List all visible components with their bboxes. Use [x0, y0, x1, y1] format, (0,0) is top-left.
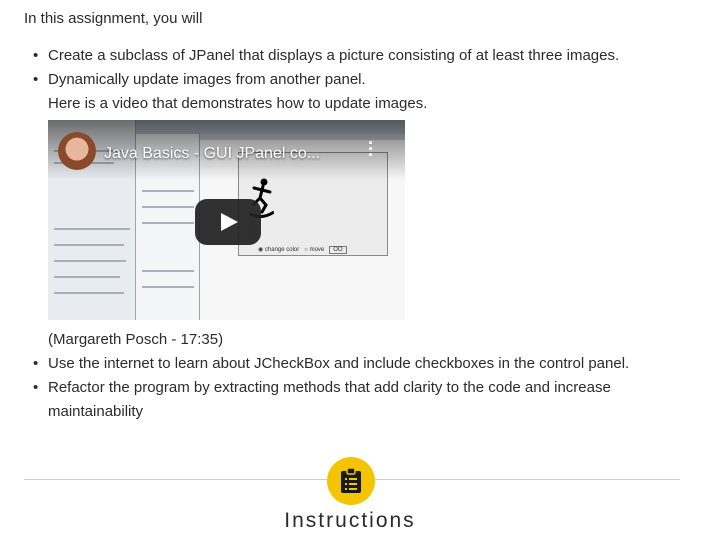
task-text: Create a subclass of JPanel that display… — [48, 47, 620, 64]
bullet: • — [33, 355, 39, 372]
ide-line — [54, 276, 120, 278]
video-credit: (Margareth Posch - 17:35) — [48, 331, 224, 348]
list-item: • Dynamically update images from another… — [30, 68, 700, 352]
ok-button-preview: OO — [329, 246, 347, 254]
radio-option: ○ move — [304, 247, 325, 253]
ide-line — [54, 244, 124, 246]
list-item: • Use the internet to learn about JCheck… — [30, 352, 700, 376]
list-item: • Create a subclass of JPanel that displ… — [30, 44, 700, 68]
video-title[interactable]: Java Basics - GUI JPanel co... — [104, 142, 320, 166]
section-title: Instructions — [284, 509, 416, 532]
ide-line — [54, 228, 130, 230]
list-item: • Refactor the program by extracting met… — [30, 376, 700, 424]
ide-line — [54, 292, 124, 294]
instructions-badge — [327, 457, 375, 505]
avatar[interactable] — [58, 132, 96, 170]
more-options-icon[interactable]: · · · — [368, 134, 374, 164]
play-button-icon[interactable] — [195, 199, 261, 245]
bullet: • — [33, 379, 39, 396]
task-text: Dynamically update images from another p… — [48, 71, 366, 88]
task-subtext: Here is a video that demonstrates how to… — [48, 95, 428, 112]
radio-row: ◉ change color ○ move OO — [258, 238, 347, 262]
ide-line — [54, 260, 126, 262]
task-text: Use the internet to learn about JCheckBo… — [48, 355, 630, 372]
ide-line — [142, 206, 194, 208]
ide-line — [142, 270, 194, 272]
task-text: Refactor the program by extracting metho… — [48, 379, 611, 420]
bullet: • — [33, 47, 39, 64]
intro-text: In this assignment, you will — [24, 10, 203, 27]
ide-line — [142, 190, 194, 192]
ide-line — [142, 286, 194, 288]
radio-option: ◉ change color — [258, 247, 300, 253]
bullet: • — [33, 71, 39, 88]
task-list: • Create a subclass of JPanel that displ… — [30, 44, 700, 424]
video-embed[interactable]: ◉ change color ○ move OO Java Basics - G… — [48, 120, 405, 320]
ide-line — [142, 222, 194, 224]
clipboard-icon — [341, 468, 361, 493]
